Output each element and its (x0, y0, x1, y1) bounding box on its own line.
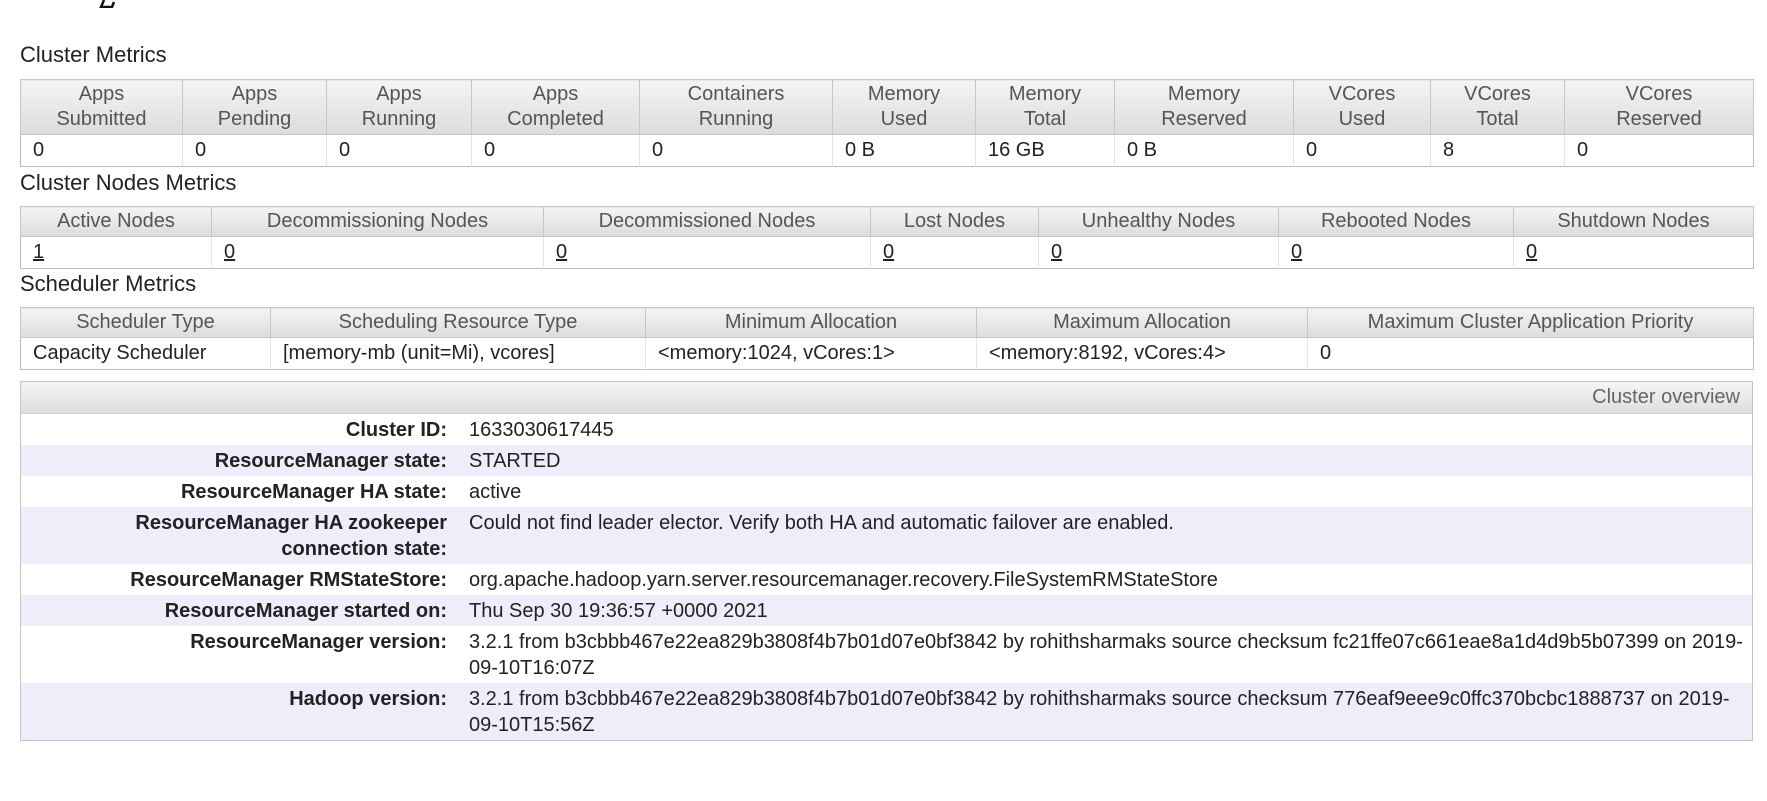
info-value-cluster-id: 1633030617445 (469, 419, 614, 441)
header-memory-total[interactable]: Memory Total (975, 79, 1115, 135)
info-row: ResourceManager started on: Thu Sep 30 1… (21, 595, 1752, 626)
link-lost-nodes[interactable]: 0 (883, 241, 894, 263)
header-vcores-reserved[interactable]: VCores Reserved (1564, 79, 1754, 135)
scheduler-metrics-table: Scheduler Type Scheduling Resource Type … (20, 307, 1754, 370)
header-maximum-allocation[interactable]: Maximum Allocation (976, 307, 1308, 338)
info-value-rm-ha-state: active (469, 481, 522, 503)
scheduler-header-row: Scheduler Type Scheduling Resource Type … (20, 307, 1754, 338)
cluster-overview-table: Cluster ID: 1633030617445 ResourceManage… (21, 414, 1752, 740)
cluster-nodes-value-row: 1 0 0 0 0 0 0 (20, 236, 1754, 269)
info-row: ResourceManager HA zookeeper connection … (21, 507, 1752, 564)
link-rebooted-nodes[interactable]: 0 (1291, 241, 1302, 263)
cluster-nodes-metrics-table: Active Nodes Decommissioning Nodes Decom… (20, 206, 1754, 269)
header-apps-completed[interactable]: Apps Completed (471, 79, 640, 135)
cluster-metrics-value-row: 0 0 0 0 0 0 B 16 GB 0 B 0 8 0 (20, 134, 1754, 167)
info-value-rm-ha-zookeeper: Could not find leader elector. Verify bo… (469, 507, 1752, 564)
info-value-rm-version: 3.2.1 from b3cbbb467e22ea829b3808f4b7b01… (469, 631, 1743, 679)
info-label-rm-ha-state: ResourceManager HA state: (180, 481, 447, 503)
header-vcores-used[interactable]: VCores Used (1293, 79, 1431, 135)
header-memory-used[interactable]: Memory Used (832, 79, 976, 135)
info-label-rm-started-on: ResourceManager started on: (21, 595, 469, 626)
header-unhealthy-nodes[interactable]: Unhealthy Nodes (1038, 206, 1279, 237)
link-shutdown-nodes[interactable]: 0 (1526, 241, 1537, 263)
info-label-rm-ha-zookeeper: ResourceManager HA zookeeper connection … (21, 507, 469, 564)
info-row: ResourceManager RMStateStore: org.apache… (21, 564, 1752, 595)
value-minimum-allocation: <memory:1024, vCores:1> (645, 337, 977, 370)
header-apps-pending[interactable]: Apps Pending (182, 79, 327, 135)
header-containers-running[interactable]: Containers Running (639, 79, 833, 135)
link-unhealthy-nodes[interactable]: 0 (1051, 241, 1062, 263)
value-apps-running: 0 (326, 134, 472, 167)
cluster-overview-panel: Cluster overview Cluster ID: 16330306174… (20, 381, 1753, 741)
header-apps-submitted[interactable]: Apps Submitted (20, 79, 183, 135)
cluster-nodes-header-row: Active Nodes Decommissioning Nodes Decom… (20, 206, 1754, 237)
value-memory-total: 16 GB (975, 134, 1115, 167)
link-decommissioned-nodes[interactable]: 0 (556, 241, 567, 263)
info-row: Hadoop version: 3.2.1 from b3cbbb467e22e… (21, 683, 1752, 740)
header-max-cluster-app-priority[interactable]: Maximum Cluster Application Priority (1307, 307, 1754, 338)
value-apps-completed: 0 (471, 134, 640, 167)
info-label-rm-version: ResourceManager version: (190, 631, 447, 653)
info-value-rm-started-on: Thu Sep 30 19:36:57 +0000 2021 (469, 595, 1752, 626)
hadoop-logo-icon (99, 0, 116, 8)
header-shutdown-nodes[interactable]: Shutdown Nodes (1513, 206, 1754, 237)
value-memory-used: 0 B (832, 134, 976, 167)
cluster-metrics-table: Apps Submitted Apps Pending Apps Running Ap… (20, 79, 1754, 167)
cluster-metrics-header-row: Apps Submitted Apps Pending Apps Running Ap… (20, 79, 1754, 135)
value-vcores-used: 0 (1293, 134, 1431, 167)
info-row: ResourceManager version: 3.2.1 from b3cb… (21, 626, 1752, 683)
scheduler-value-row: Capacity Scheduler [memory-mb (unit=Mi),… (20, 337, 1754, 370)
value-max-cluster-app-priority: 0 (1307, 337, 1754, 370)
info-row: ResourceManager state: STARTED (21, 445, 1752, 476)
header-minimum-allocation[interactable]: Minimum Allocation (645, 307, 977, 338)
info-value-rm-state: STARTED (469, 445, 1752, 476)
info-row: Cluster ID: 1633030617445 (21, 414, 1752, 445)
info-label-rm-state: ResourceManager state: (21, 445, 469, 476)
link-active-nodes[interactable]: 1 (33, 241, 44, 263)
header-active-nodes[interactable]: Active Nodes (20, 206, 212, 237)
info-row: ResourceManager HA state: active (21, 476, 1752, 507)
header-decommissioning-nodes[interactable]: Decommissioning Nodes (211, 206, 544, 237)
value-scheduling-resource-type: [memory-mb (unit=Mi), vcores] (270, 337, 646, 370)
scheduler-metrics-title: Scheduler Metrics (20, 271, 197, 296)
value-scheduler-type: Capacity Scheduler (20, 337, 271, 370)
info-value-hadoop-version: 3.2.1 from b3cbbb467e22ea829b3808f4b7b01… (469, 683, 1752, 740)
value-vcores-total: 8 (1430, 134, 1565, 167)
header-memory-reserved[interactable]: Memory Reserved (1114, 79, 1294, 135)
info-label-rm-statestore: ResourceManager RMStateStore: (130, 569, 447, 591)
header-decommissioned-nodes[interactable]: Decommissioned Nodes (543, 206, 871, 237)
header-scheduler-type[interactable]: Scheduler Type (20, 307, 271, 338)
value-apps-pending: 0 (182, 134, 327, 167)
info-value-rm-statestore: org.apache.hadoop.yarn.server.resourcema… (469, 569, 1218, 591)
header-rebooted-nodes[interactable]: Rebooted Nodes (1278, 206, 1514, 237)
cluster-overview-title: Cluster overview (21, 382, 1752, 414)
info-label-cluster-id: Cluster ID: (345, 419, 447, 441)
value-maximum-allocation: <memory:8192, vCores:4> (976, 337, 1308, 370)
value-vcores-reserved: 0 (1564, 134, 1754, 167)
value-apps-submitted: 0 (20, 134, 183, 167)
info-label-hadoop-version: Hadoop version: (21, 683, 469, 740)
header-apps-running[interactable]: Apps Running (326, 79, 472, 135)
header-vcores-total[interactable]: VCores Total (1430, 79, 1565, 135)
value-memory-reserved: 0 B (1114, 134, 1294, 167)
cluster-nodes-metrics-title: Cluster Nodes Metrics (20, 170, 237, 195)
header-scheduling-resource-type[interactable]: Scheduling Resource Type (270, 307, 646, 338)
cluster-metrics-title: Cluster Metrics (20, 42, 167, 67)
header-lost-nodes[interactable]: Lost Nodes (870, 206, 1039, 237)
value-containers-running: 0 (639, 134, 833, 167)
link-decommissioning-nodes[interactable]: 0 (224, 241, 235, 263)
